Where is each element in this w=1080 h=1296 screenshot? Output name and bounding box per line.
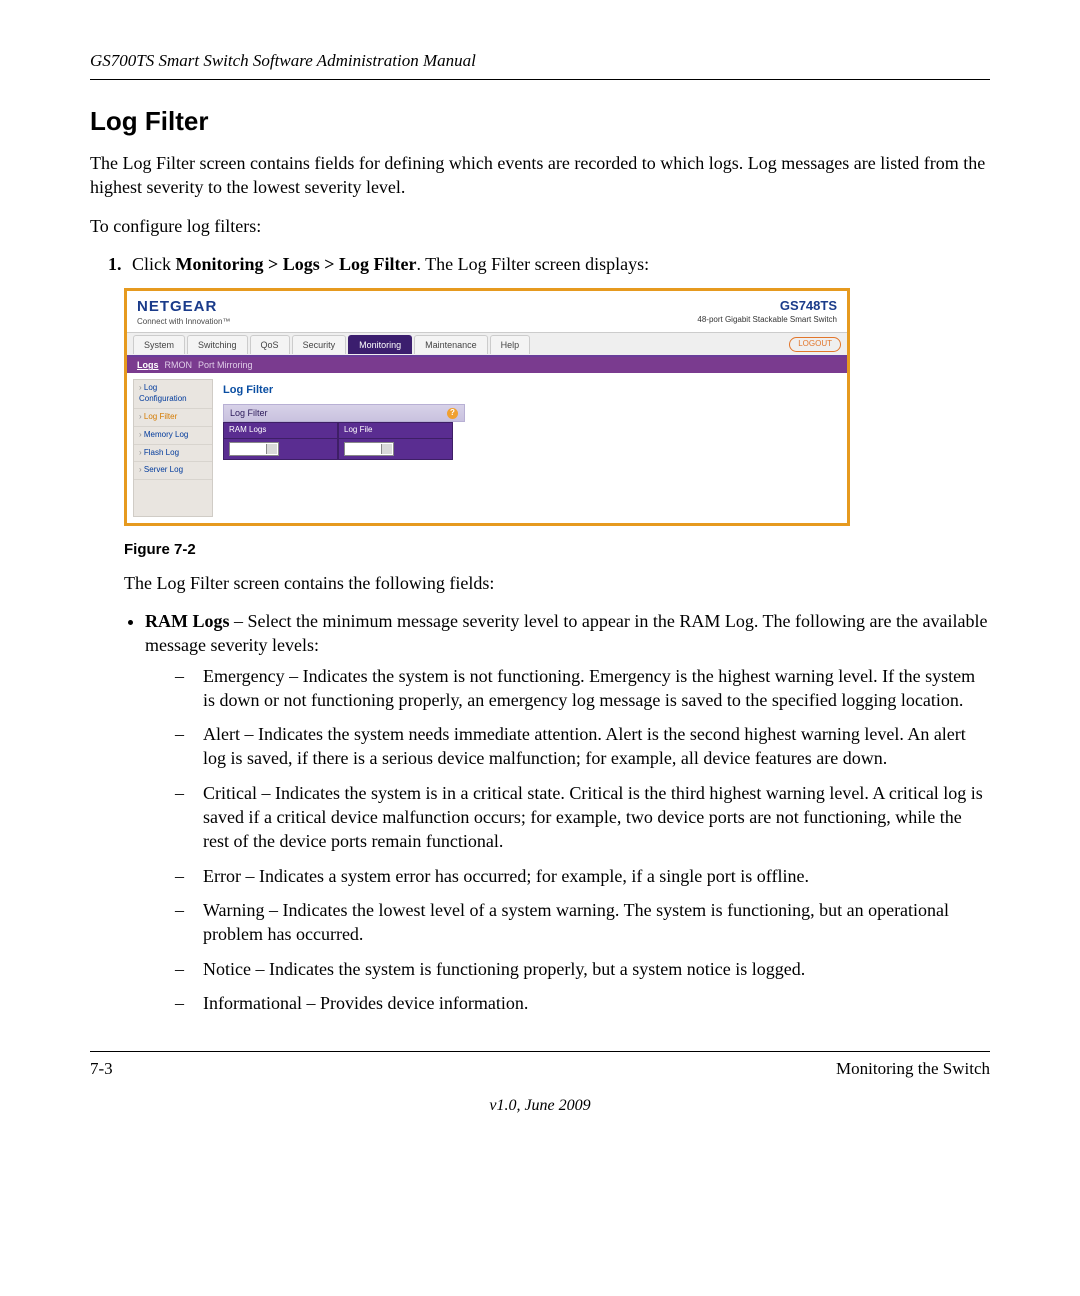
sidebar-item-server-log[interactable]: Server Log — [134, 462, 212, 480]
sidebar: Log ConfigurationLog FilterMemory LogFla… — [133, 379, 213, 517]
chapter-name: Monitoring the Switch — [836, 1058, 990, 1081]
severity-item: Alert – Indicates the system needs immed… — [175, 722, 990, 771]
brand-block: NETGEAR Connect with Innovation™ — [137, 297, 230, 328]
logout-button[interactable]: LOGOUT — [789, 337, 841, 352]
col-ram-logs: RAM Logs — [223, 422, 338, 439]
brand-logo: NETGEAR — [137, 298, 217, 315]
page-number: 7-3 — [90, 1058, 113, 1081]
subtab-rmon[interactable]: RMON — [165, 359, 193, 371]
severity-item: Notice – Indicates the system is functio… — [175, 957, 990, 981]
bottom-rule — [90, 1051, 990, 1052]
product-model: GS748TS — [780, 298, 837, 313]
subtab-port-mirroring[interactable]: Port Mirroring — [198, 359, 253, 371]
footer-version: v1.0, June 2009 — [90, 1095, 990, 1117]
severity-item: Error – Indicates a system error has occ… — [175, 864, 990, 888]
severity-item: Emergency – Indicates the system is not … — [175, 664, 990, 713]
sidebar-item-log-filter[interactable]: Log Filter — [134, 409, 212, 427]
sidebar-item-flash-log[interactable]: Flash Log — [134, 445, 212, 463]
intro-paragraph: The Log Filter screen contains fields fo… — [90, 151, 990, 200]
figure-screenshot: NETGEAR Connect with Innovation™ GS748TS… — [124, 288, 850, 526]
field-list: RAM Logs – Select the minimum message se… — [145, 609, 990, 1015]
col-log-file: Log File — [338, 422, 453, 439]
tab-monitoring[interactable]: Monitoring — [348, 335, 412, 354]
running-header: GS700TS Smart Switch Software Administra… — [90, 50, 990, 73]
help-icon[interactable]: ? — [447, 408, 458, 419]
product-block: GS748TS 48-port Gigabit Stackable Smart … — [697, 297, 837, 325]
step-1: 1. Click Monitoring > Logs > Log Filter.… — [108, 252, 990, 276]
brand-tagline: Connect with Innovation™ — [137, 317, 230, 328]
ram-logs-bullet: RAM Logs – Select the minimum message se… — [145, 609, 990, 1015]
tab-qos[interactable]: QoS — [250, 335, 290, 354]
severity-item: Critical – Indicates the system is in a … — [175, 781, 990, 854]
tab-security[interactable]: Security — [292, 335, 347, 354]
sidebar-item-memory-log[interactable]: Memory Log — [134, 427, 212, 445]
step-number: 1. — [108, 252, 132, 276]
tab-maintenance[interactable]: Maintenance — [414, 335, 488, 354]
configure-line: To configure log filters: — [90, 214, 990, 238]
severity-list: Emergency – Indicates the system is not … — [145, 664, 990, 1016]
field-headers: RAM Logs Log File — [223, 422, 453, 439]
severity-item: Informational – Provides device informat… — [175, 991, 990, 1015]
log-file-select[interactable] — [344, 442, 394, 456]
sub-tabs: Logs RMON Port Mirroring — [127, 357, 847, 373]
tab-switching[interactable]: Switching — [187, 335, 248, 354]
sidebar-item-log-configuration[interactable]: Log Configuration — [134, 380, 212, 409]
main-panel: Log Filter Log Filter ? RAM Logs Log Fil… — [219, 373, 847, 523]
tab-system[interactable]: System — [133, 335, 185, 354]
product-desc: 48-port Gigabit Stackable Smart Switch — [697, 315, 837, 326]
severity-item: Warning – Indicates the lowest level of … — [175, 898, 990, 947]
section-heading: Log Filter — [90, 104, 990, 139]
after-figure-text: The Log Filter screen contains the follo… — [124, 571, 990, 595]
page-footer: 7-3 Monitoring the Switch — [90, 1058, 990, 1081]
step-text: Click Monitoring > Logs > Log Filter. Th… — [132, 252, 990, 276]
subtab-logs[interactable]: Logs — [137, 359, 159, 371]
tab-help[interactable]: Help — [490, 335, 531, 354]
ram-logs-select[interactable] — [229, 442, 279, 456]
main-tabs: SystemSwitchingQoSSecurityMonitoringMain… — [127, 332, 847, 357]
panel-title: Log Filter — [223, 383, 839, 398]
figure-caption: Figure 7-2 — [124, 540, 990, 560]
top-rule — [90, 79, 990, 80]
panel-subheader: Log Filter ? — [223, 404, 465, 422]
field-inputs — [223, 439, 453, 460]
